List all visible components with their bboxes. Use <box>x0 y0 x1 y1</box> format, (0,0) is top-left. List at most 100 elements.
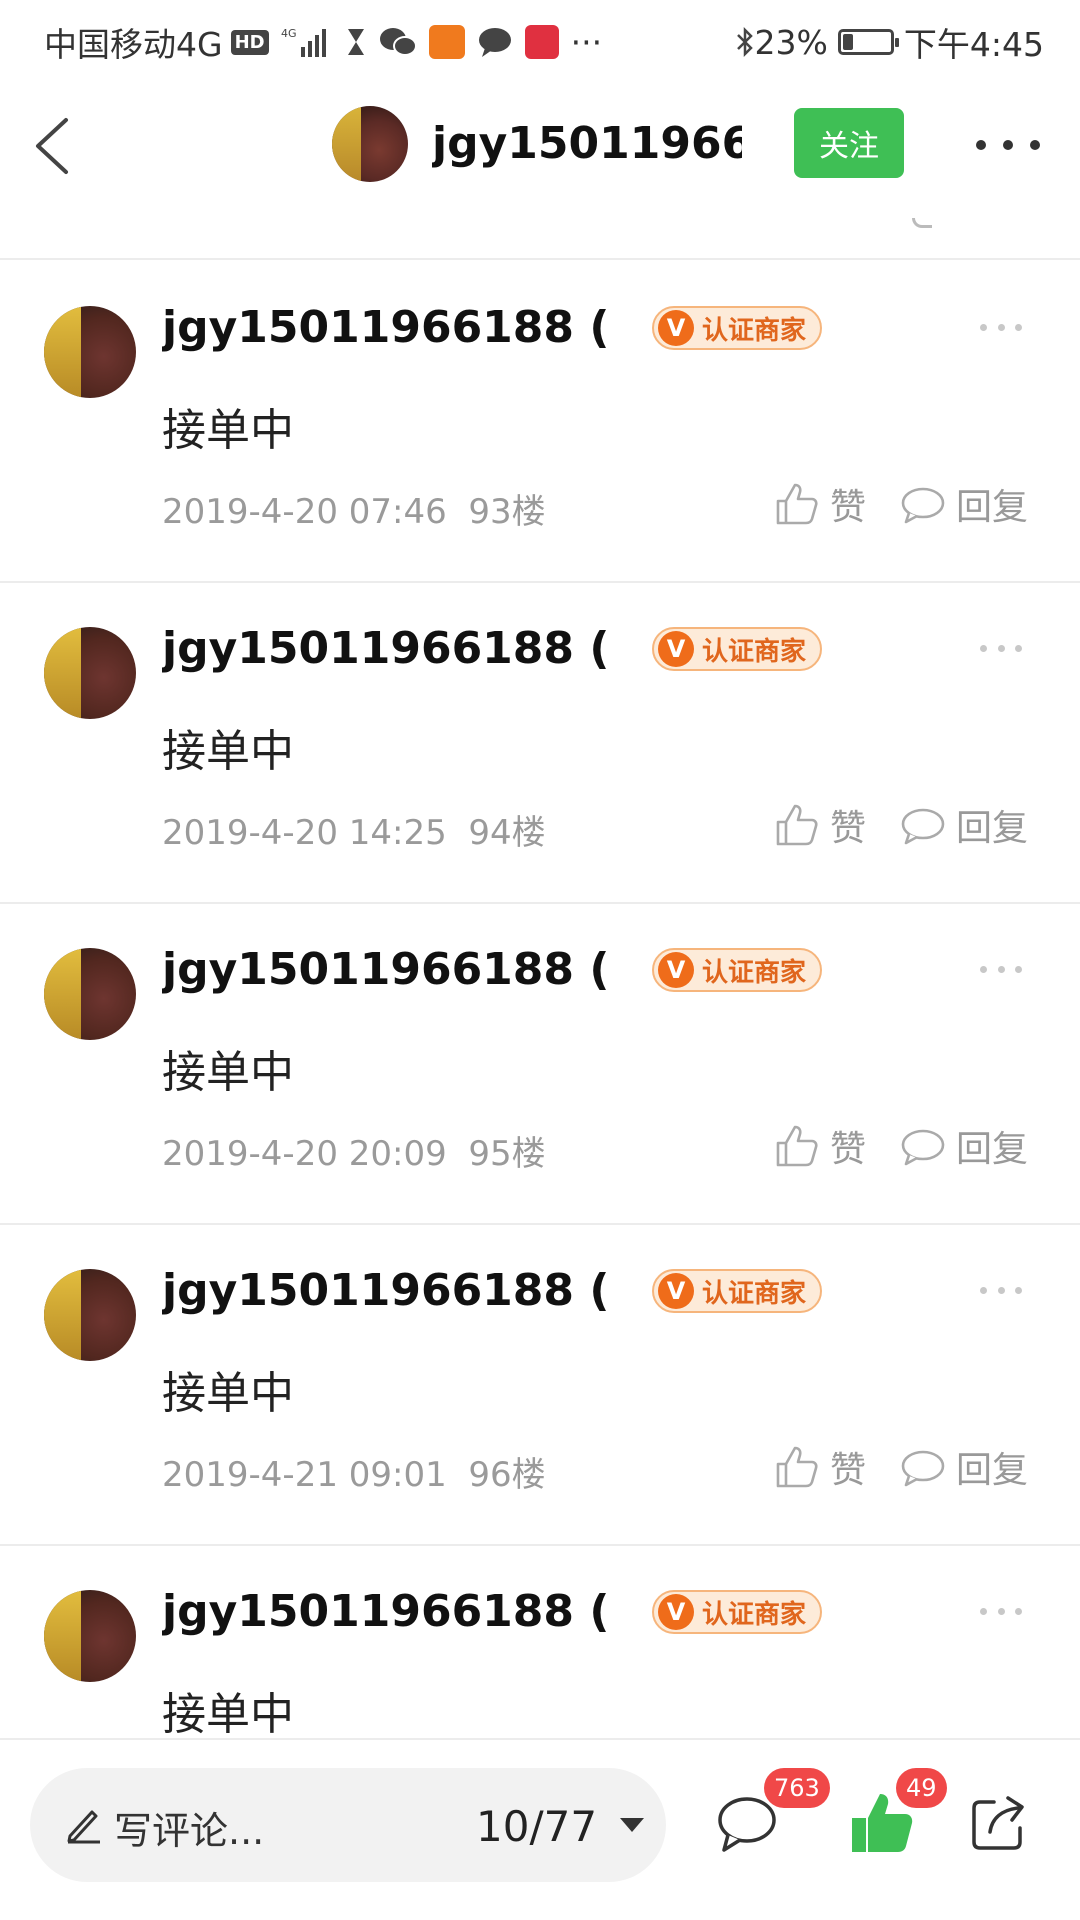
comments-button[interactable] <box>716 1794 778 1854</box>
reply-label: 回复 <box>956 1450 1029 1491</box>
reply-bubble-icon <box>900 484 946 524</box>
author-name[interactable]: jgy15011966188 (... <box>162 1265 612 1316</box>
thumbs-up-outline-icon <box>774 1123 820 1169</box>
like-count-badge: 49 <box>896 1768 947 1808</box>
verified-merchant-badge: V 认证商家 <box>652 1269 823 1313</box>
status-right: 23% 下午4:45 <box>723 18 1044 66</box>
comment-input[interactable]: 写评论... 10/77 <box>30 1768 666 1882</box>
post-more-icon[interactable] <box>980 964 1022 974</box>
post-more-icon[interactable] <box>980 1606 1022 1616</box>
author-name[interactable]: jgy15011966188 (... <box>162 944 612 995</box>
tmall-icon <box>524 25 559 59</box>
back-button[interactable] <box>24 106 84 186</box>
comment-placeholder: 写评论... <box>114 1809 265 1853</box>
like-button[interactable]: 赞 <box>774 799 866 851</box>
hd-icon: HD <box>230 29 269 55</box>
signal-icon: 4G <box>281 25 333 59</box>
badge-label: 认证商家 <box>702 1278 807 1309</box>
post-content: 接单中 <box>162 1689 294 1738</box>
verified-merchant-badge: V 认证商家 <box>652 948 823 992</box>
reply-feed[interactable]: jgy15011966188 (... V 认证商家 接单中 2019-4-20… <box>0 212 1080 1738</box>
bluetooth-icon <box>735 26 755 58</box>
message-icon <box>477 26 513 58</box>
post-floor: 94楼 <box>468 813 546 853</box>
pen-icon <box>64 1804 104 1848</box>
app-orange-icon <box>428 25 465 59</box>
comment-bubble-icon <box>718 1797 776 1852</box>
post: jgy15011966188 (... V 认证商家 接单中 <box>0 1546 1080 1738</box>
follow-button[interactable]: 关注 <box>794 108 904 178</box>
hourglass-icon <box>345 27 367 57</box>
thumbs-up-outline-icon <box>774 481 820 527</box>
post-more-icon[interactable] <box>980 1285 1022 1295</box>
page-title[interactable]: jgy15011966... <box>432 118 742 169</box>
author-name[interactable]: jgy15011966188 (... <box>162 623 612 674</box>
carrier-label: 中国移动4G <box>44 25 223 64</box>
battery-percent: 23% <box>754 22 828 62</box>
post: jgy15011966188 (... V 认证商家 接单中 2019-4-20… <box>0 904 1080 1225</box>
verified-v-icon: V <box>658 310 694 346</box>
top-nav: jgy15011966... 关注 <box>0 76 1080 212</box>
post-date: 2019-4-20 20:09 <box>162 1134 447 1174</box>
post-date: 2019-4-20 07:46 <box>162 492 447 532</box>
reply-button[interactable]: 回复 <box>900 1441 1028 1493</box>
page-indicator[interactable]: 10/77 <box>476 1802 597 1851</box>
reply-bubble-icon <box>900 1447 946 1487</box>
share-button[interactable] <box>968 1792 1028 1852</box>
back-arrow-icon <box>36 118 68 174</box>
wechat-icon <box>379 26 417 58</box>
post-floor: 96楼 <box>468 1455 546 1495</box>
avatar[interactable] <box>44 1269 136 1361</box>
clock: 下午4:45 <box>903 25 1044 64</box>
post-content: 接单中 <box>162 1368 294 1419</box>
more-dots-icon[interactable] <box>976 120 1040 170</box>
svg-text:4G: 4G <box>281 27 297 40</box>
like-label: 赞 <box>830 1129 867 1170</box>
like-label: 赞 <box>830 1450 867 1491</box>
verified-merchant-badge: V 认证商家 <box>652 1590 823 1634</box>
author-name[interactable]: jgy15011966188 (... <box>162 302 612 353</box>
post-meta: 2019-4-21 09:01 96楼 <box>162 1447 546 1496</box>
post-list: jgy15011966188 (... V 认证商家 接单中 2019-4-20… <box>0 262 1080 1738</box>
previous-post-sliver <box>0 212 1080 260</box>
reply-button[interactable]: 回复 <box>900 1120 1028 1172</box>
verified-v-icon: V <box>658 1273 694 1309</box>
post-floor: 93楼 <box>468 492 546 532</box>
reply-label: 回复 <box>956 808 1029 849</box>
badge-label: 认证商家 <box>702 315 807 346</box>
author-name[interactable]: jgy15011966188 (... <box>162 1586 612 1637</box>
post-meta: 2019-4-20 20:09 95楼 <box>162 1126 546 1175</box>
reply-label: 回复 <box>956 487 1029 528</box>
verified-merchant-badge: V 认证商家 <box>652 306 823 350</box>
like-button[interactable]: 赞 <box>774 1441 866 1493</box>
avatar[interactable] <box>44 948 136 1040</box>
post-meta: 2019-4-20 07:46 93楼 <box>162 484 546 533</box>
post-more-icon[interactable] <box>980 643 1022 653</box>
share-icon <box>972 1796 1024 1850</box>
post: jgy15011966188 (... V 认证商家 接单中 2019-4-20… <box>0 262 1080 583</box>
post-floor: 95楼 <box>468 1134 546 1174</box>
post-more-icon[interactable] <box>980 322 1022 332</box>
verified-v-icon: V <box>658 952 694 988</box>
caret-down-icon[interactable] <box>620 1818 644 1832</box>
reply-button[interactable]: 回复 <box>900 478 1028 530</box>
avatar[interactable] <box>44 1590 136 1682</box>
avatar[interactable] <box>44 627 136 719</box>
reply-button[interactable]: 回复 <box>900 799 1028 851</box>
reply-label: 回复 <box>956 1129 1029 1170</box>
avatar[interactable] <box>44 306 136 398</box>
verified-v-icon: V <box>658 631 694 667</box>
thumbs-up-outline-icon <box>774 1444 820 1490</box>
post: jgy15011966188 (... V 认证商家 接单中 2019-4-20… <box>0 583 1080 904</box>
badge-label: 认证商家 <box>702 1599 807 1630</box>
status-bar: 中国移动4G HD 4G ··· 23% 下午4:45 <box>0 0 1080 76</box>
like-button[interactable]: 赞 <box>774 1120 866 1172</box>
status-left: 中国移动4G HD 4G ··· <box>44 18 602 66</box>
badge-label: 认证商家 <box>702 957 807 988</box>
avatar[interactable] <box>332 106 408 182</box>
post-date: 2019-4-20 14:25 <box>162 813 447 853</box>
battery-fill <box>842 34 853 50</box>
post: jgy15011966188 (... V 认证商家 接单中 2019-4-21… <box>0 1225 1080 1546</box>
like-button[interactable]: 赞 <box>774 478 866 530</box>
badge-label: 认证商家 <box>702 636 807 667</box>
